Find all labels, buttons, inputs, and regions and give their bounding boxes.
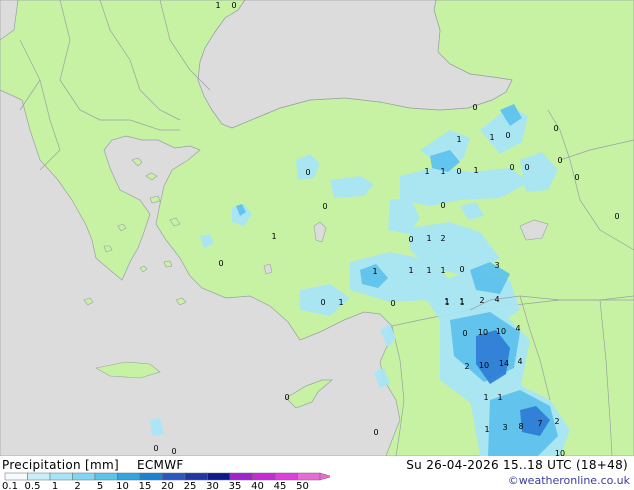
value-label: 1 [372, 267, 377, 276]
value-label: 1 [473, 166, 478, 175]
value-label: 2 [479, 296, 484, 305]
scale-label: 20 [161, 481, 174, 490]
value-label: 0 [553, 124, 558, 133]
scale-box [274, 472, 298, 481]
scale-label: 25 [184, 481, 197, 490]
product-title: Precipitation [mm] [2, 458, 119, 472]
value-label: 8 [518, 422, 523, 431]
scale-label: 10 [116, 481, 129, 490]
scale-box [117, 472, 141, 481]
value-label: 0 [456, 167, 461, 176]
scale-box [184, 472, 208, 481]
forecast-map-view: 1 0 0 1 1 0 0 0 0 1 1 0 1 0 0 0 0 0 0 1 … [0, 0, 634, 490]
scale-box [49, 472, 73, 481]
value-label: 1 [456, 135, 461, 144]
scale-label: 0.5 [25, 481, 41, 490]
value-label: 10 [478, 328, 488, 337]
value-label: 2 [440, 234, 445, 243]
value-label: 10 [496, 327, 506, 336]
value-label: 10 [555, 449, 565, 456]
value-label: 0 [574, 173, 579, 182]
scale-labels: 0.1 0.5 1 2 5 10 15 20 25 30 35 40 45 50 [2, 481, 309, 490]
value-label: 0 [390, 299, 395, 308]
value-label: 0 [408, 235, 413, 244]
value-label: 0 [373, 428, 378, 437]
scale-box [252, 472, 276, 481]
value-label: 1 [440, 266, 445, 275]
scale-box [94, 472, 118, 481]
scale-boxes [4, 472, 330, 481]
value-label: 0 [472, 103, 477, 112]
scale-box [27, 472, 51, 481]
scale-label: 40 [251, 481, 264, 490]
value-label: 1 [444, 298, 449, 307]
value-label: 1 [483, 393, 488, 402]
scale-label: 2 [74, 481, 80, 490]
map-footer: Precipitation [mm] ECMWF Su 26-04-2026 1… [0, 456, 634, 490]
site-credit[interactable]: ©weatheronline.co.uk [508, 474, 630, 487]
value-label: 0 [218, 259, 223, 268]
scale-box [162, 472, 186, 481]
scale-label: 15 [139, 481, 152, 490]
scale-box [229, 472, 253, 481]
value-label: 1 [426, 234, 431, 243]
value-label: 3 [494, 261, 499, 270]
valid-datetime: Su 26-04-2026 15..18 UTC (18+48) [406, 458, 628, 472]
value-label: 0 [462, 329, 467, 338]
scale-label: 1 [52, 481, 58, 490]
value-label: 0 [440, 201, 445, 210]
value-label: 0 [505, 131, 510, 140]
value-label: 0 [305, 168, 310, 177]
value-label: 0 [231, 1, 236, 10]
value-label: 7 [537, 419, 542, 428]
scale-label: 35 [229, 481, 242, 490]
scale-arrow [319, 472, 330, 481]
value-label: 0 [614, 212, 619, 221]
scale-label: 50 [296, 481, 309, 490]
scale-box [297, 472, 321, 481]
value-label: 1 [271, 232, 276, 241]
value-label: 1 [426, 266, 431, 275]
value-label: 4 [494, 295, 499, 304]
scale-box [72, 472, 96, 481]
value-label: 1 [408, 266, 413, 275]
value-label: 2 [554, 417, 559, 426]
scale-label: 0.1 [2, 481, 18, 490]
value-label: 0 [509, 163, 514, 172]
value-label: 1 [489, 133, 494, 142]
value-label: 1 [424, 167, 429, 176]
value-label: 0 [284, 393, 289, 402]
value-label: 0 [557, 156, 562, 165]
scale-box [4, 472, 28, 481]
precipitation-map: 1 0 0 1 1 0 0 0 0 1 1 0 1 0 0 0 0 0 0 1 … [0, 0, 634, 456]
value-label: 0 [171, 447, 176, 456]
value-label: 2 [464, 362, 469, 371]
scale-box [139, 472, 163, 481]
value-label: 1 [215, 1, 220, 10]
model-name: ECMWF [137, 458, 184, 472]
scale-label: 30 [206, 481, 219, 490]
value-label: 0 [153, 444, 158, 453]
scale-label: 5 [97, 481, 103, 490]
precipitation-color-scale: 0.1 0.5 1 2 5 10 15 20 25 30 35 40 45 50 [2, 472, 330, 490]
value-label: 14 [499, 359, 509, 368]
value-label: 10 [479, 361, 489, 370]
value-label: 0 [320, 298, 325, 307]
value-label: 0 [459, 265, 464, 274]
value-label: 1 [459, 298, 464, 307]
scale-label: 45 [274, 481, 287, 490]
value-label: 1 [484, 425, 489, 434]
value-label: 4 [515, 324, 520, 333]
value-label: 1 [338, 298, 343, 307]
value-label: 1 [497, 393, 502, 402]
value-label: 3 [502, 423, 507, 432]
value-label: 4 [517, 357, 522, 366]
value-label: 0 [524, 163, 529, 172]
scale-box [207, 472, 231, 481]
value-label: 0 [322, 202, 327, 211]
value-label: 1 [440, 167, 445, 176]
